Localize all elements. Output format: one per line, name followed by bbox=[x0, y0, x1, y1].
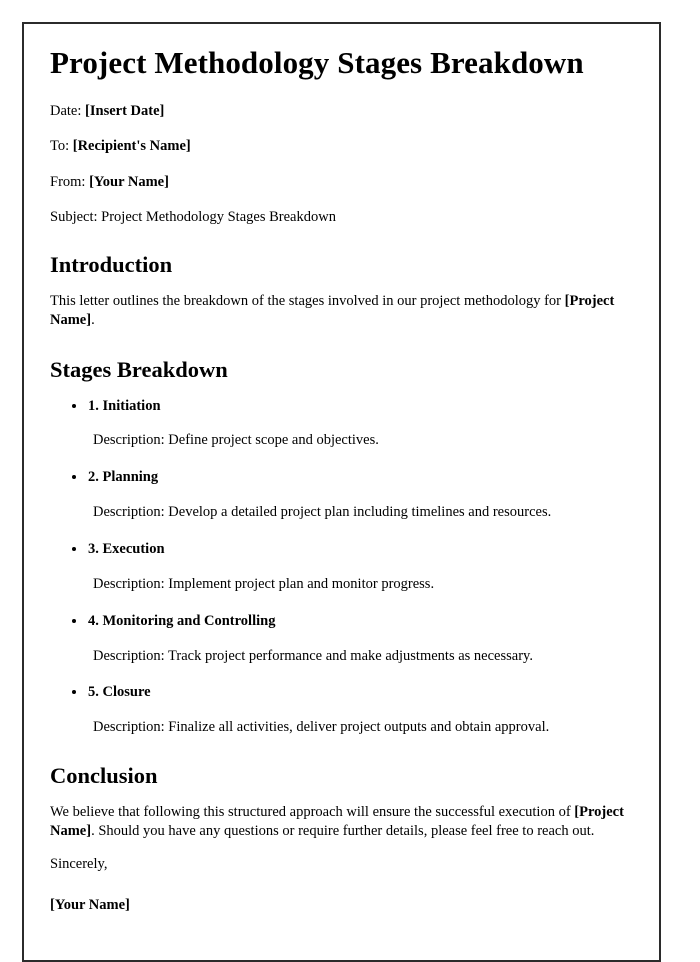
meta-label-to: To: bbox=[50, 138, 70, 155]
stage-description-execution: Description: Implement project plan and … bbox=[93, 575, 435, 592]
section-heading-conclusion: Conclusion bbox=[50, 763, 158, 789]
section-heading-stages-breakdown: Stages Breakdown bbox=[50, 356, 228, 382]
stage-description-closure: Description: Finalize all activities, de… bbox=[93, 719, 550, 736]
introduction-text-before: This letter outlines the breakdown of th… bbox=[50, 293, 565, 310]
meta-value-date: [Insert Date] bbox=[85, 102, 165, 119]
conclusion-text-before: We believe that following this structure… bbox=[50, 803, 575, 820]
stage-title-execution: 3. Execution bbox=[50, 540, 639, 559]
bullet-icon bbox=[72, 475, 76, 480]
meta-value-to: [Recipient's Name] bbox=[72, 138, 191, 155]
stage-title-label: 1. Initiation bbox=[88, 397, 161, 414]
list-item: 1. Initiation Description: Define projec… bbox=[50, 397, 639, 451]
conclusion-text-after: . Should you have any questions or requi… bbox=[91, 823, 595, 840]
introduction-paragraph: This letter outlines the breakdown of th… bbox=[50, 292, 639, 331]
meta-value-from: [Your Name] bbox=[89, 173, 169, 190]
conclusion-paragraph: We believe that following this structure… bbox=[50, 803, 639, 842]
list-item: 2. Planning Description: Develop a detai… bbox=[50, 468, 639, 522]
closing-salutation: Sincerely, bbox=[50, 856, 108, 873]
document-page: Project Methodology Stages Breakdown Dat… bbox=[22, 22, 661, 962]
meta-line-subject: Subject: Project Methodology Stages Brea… bbox=[50, 209, 639, 226]
list-item: 4. Monitoring and Controlling Descriptio… bbox=[50, 612, 639, 666]
introduction-text-after: . bbox=[91, 312, 95, 329]
bullet-icon bbox=[72, 618, 76, 623]
stage-title-label: 2. Planning bbox=[88, 469, 159, 486]
page-title: Project Methodology Stages Breakdown bbox=[50, 45, 584, 80]
stage-description-initiation: Description: Define project scope and ob… bbox=[93, 432, 379, 449]
stage-title-planning: 2. Planning bbox=[50, 468, 639, 487]
meta-line-from: From: [Your Name] bbox=[50, 174, 639, 191]
section-heading-introduction: Introduction bbox=[50, 252, 173, 278]
meta-line-to: To: [Recipient's Name] bbox=[50, 138, 639, 155]
signature-placeholder: [Your Name] bbox=[50, 897, 130, 914]
meta-label-subject: Subject: bbox=[50, 208, 98, 225]
meta-label-date: Date: bbox=[50, 102, 82, 119]
stage-title-label: 3. Execution bbox=[88, 540, 165, 557]
bullet-icon bbox=[72, 403, 76, 408]
stage-description-planning: Description: Develop a detailed project … bbox=[93, 504, 552, 521]
meta-line-date: Date: [Insert Date] bbox=[50, 103, 639, 120]
list-item: 3. Execution Description: Implement proj… bbox=[50, 540, 639, 594]
stage-title-label: 5. Closure bbox=[88, 684, 151, 701]
stage-description-monitoring-and-controlling: Description: Track project performance a… bbox=[93, 647, 533, 664]
bullet-icon bbox=[72, 690, 76, 695]
document-body: Project Methodology Stages Breakdown Dat… bbox=[50, 45, 639, 915]
meta-label-from: From: bbox=[50, 173, 86, 190]
meta-value-subject: Project Methodology Stages Breakdown bbox=[101, 208, 336, 225]
stage-title-label: 4. Monitoring and Controlling bbox=[88, 612, 276, 629]
stage-title-closure: 5. Closure bbox=[50, 683, 639, 702]
stage-title-monitoring-and-controlling: 4. Monitoring and Controlling bbox=[50, 612, 639, 631]
list-item: 5. Closure Description: Finalize all act… bbox=[50, 683, 639, 737]
stages-list: 1. Initiation Description: Define projec… bbox=[50, 397, 639, 737]
stage-title-initiation: 1. Initiation bbox=[50, 397, 639, 416]
bullet-icon bbox=[72, 546, 76, 551]
